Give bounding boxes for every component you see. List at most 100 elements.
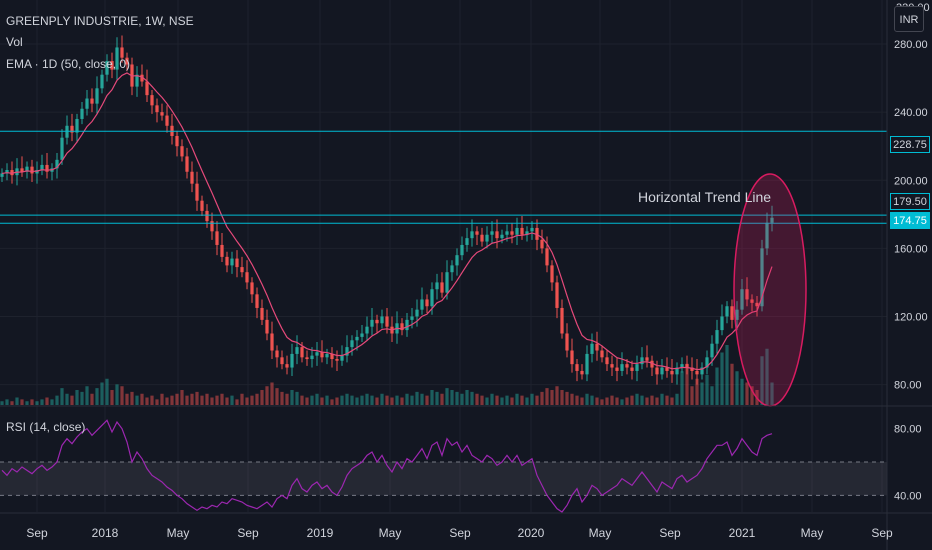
candle-body [355,336,359,341]
time-axis-tick: May [589,526,612,540]
volume-bar [490,393,494,405]
candle-body [230,258,234,266]
volume-bar [535,395,539,405]
volume-bar [75,390,79,405]
candle-body [270,333,274,351]
candle-body [590,343,594,354]
volume-bar [330,399,334,405]
volume-bar [170,395,174,405]
candle-body [190,171,194,184]
volume-bar [150,395,154,405]
candle-body [380,316,384,324]
candle-body [250,282,254,295]
volume-bar [40,399,44,405]
volume-bar [360,395,364,405]
volume-bar [45,397,49,405]
candle-body [175,135,179,147]
volume-bar [630,395,634,405]
candle-body [630,367,634,371]
volume-bar [385,395,389,405]
volume-bar [285,393,289,405]
volume-bar [320,397,324,405]
candle-body [0,173,4,177]
volume-bar [480,395,484,405]
volume-bar [115,384,119,405]
volume-bar [15,397,19,405]
candle-body [415,309,419,317]
volume-bar [5,399,9,405]
volume-bar [440,393,444,405]
price-axis-tick: 120.00 [894,311,928,323]
volume-bar [60,388,64,405]
volume-bar [540,391,544,405]
volume-bar [200,395,204,405]
volume-bar [655,397,659,405]
volume-bar [25,401,29,405]
candle-body [235,258,239,268]
price-axis-tick: 200.00 [894,175,928,187]
price-axis-tick: 160.00 [894,243,928,255]
candle-body [150,95,154,106]
volume-bar [100,382,104,405]
candle-body [460,244,464,256]
candle-body [300,347,304,358]
volume-bar [500,397,504,405]
candle-body [555,282,559,308]
volume-bar [590,395,594,405]
candle-body [440,282,444,293]
candle-body [670,370,674,375]
candle-body [260,307,264,320]
candle-body [200,200,204,211]
volume-bar [740,378,744,405]
volume-bar [525,397,529,405]
candle-body [425,299,429,307]
ema-indicator-label[interactable]: EMA · 1D (50, close, 0) [6,57,130,71]
price-chart[interactable]: 280.00 240.00 200.00 160.00 120.00 80.00 80.00… [0,0,932,550]
candle-body [225,256,229,266]
candle-body [220,244,224,257]
volume-bar [395,395,399,405]
candle-body [155,105,159,113]
candle-body [520,227,524,235]
currency-badge[interactable]: INR [894,6,924,32]
candle-body [635,364,639,371]
symbol-title[interactable]: GREENPLY INDUSTRIE, 1W, NSE [6,14,194,28]
volume-bar [280,391,284,405]
candle-body [730,306,734,320]
trend-line-annotation[interactable]: Horizontal Trend Line [638,189,771,205]
volume-bar [425,395,429,405]
candle-body [455,255,459,266]
candle-body [160,112,164,116]
rsi-indicator-label[interactable]: RSI (14, close) [6,420,85,434]
volume-bar [305,397,309,405]
time-axis-tick: 2020 [518,526,545,540]
volume-bar [140,393,144,405]
volume-bar [215,395,219,405]
candle-body [695,370,699,375]
candle-body [85,98,89,109]
candle-body [240,267,244,273]
time-axis-tick: Sep [659,526,681,540]
candle-body [75,118,79,133]
volume-label[interactable]: Vol [6,35,23,49]
volume-bar [660,393,664,405]
volume-bar [340,395,344,405]
volume-bar [595,397,599,405]
candle-body [720,316,724,331]
candle-body [615,367,619,371]
volume-bar [295,391,299,405]
volume-bar [495,395,499,405]
volume-bar [585,393,589,405]
candle-body [315,352,319,356]
candle-body [215,231,219,245]
volume-bar [565,391,569,405]
volume-bar [0,401,4,405]
candle-body [585,353,589,375]
volume-bar [510,397,514,405]
volume-bar [690,386,694,405]
volume-bar [640,395,644,405]
highlight-ellipse[interactable] [733,173,807,407]
volume-bar [180,390,184,405]
volume-bar [465,390,469,405]
highlight-ellipse-shape [733,173,807,407]
